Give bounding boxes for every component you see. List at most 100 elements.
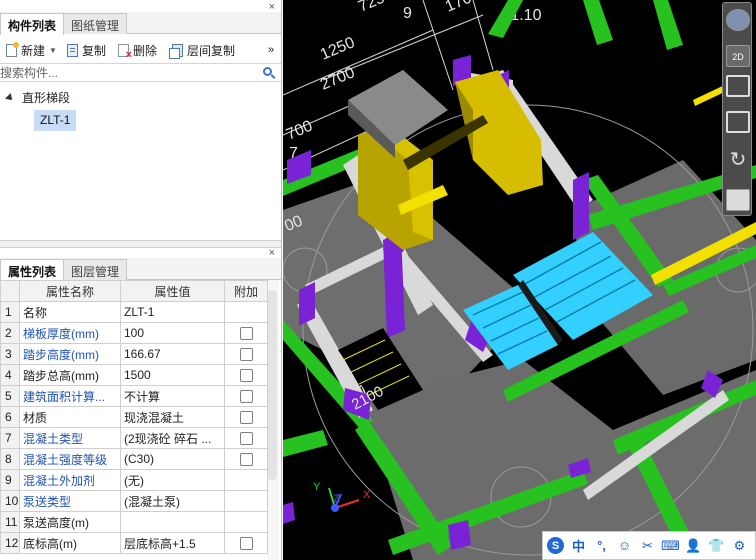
property-scrollbar-thumb[interactable] bbox=[268, 290, 277, 480]
search-icon[interactable] bbox=[263, 67, 272, 76]
ime-scissors-icon[interactable]: ✂ bbox=[639, 537, 656, 554]
ime-punctuation-icon[interactable]: °, bbox=[593, 537, 610, 554]
extra-checkbox[interactable] bbox=[239, 432, 253, 446]
property-row[interactable]: 8 混凝土强度等级 (C30) bbox=[0, 448, 268, 470]
property-row[interactable]: 5 建筑面积计算... 不计算 bbox=[0, 385, 268, 407]
property-name: 名称 bbox=[19, 301, 121, 323]
ime-keyboard-icon[interactable]: ⌨ bbox=[661, 537, 680, 554]
box-view-icon[interactable] bbox=[726, 111, 750, 133]
property-row[interactable]: 2 梯板厚度(mm) 100 bbox=[0, 322, 268, 344]
property-extra-cell bbox=[224, 364, 268, 386]
property-value[interactable]: 层底标高+1.5 bbox=[120, 532, 225, 554]
property-name: 混凝土类型 bbox=[19, 427, 121, 449]
ime-chinese-mode[interactable]: 中 bbox=[570, 537, 587, 554]
property-value[interactable]: 不计算 bbox=[120, 385, 225, 407]
property-name: 踏步总高(mm) bbox=[19, 364, 121, 386]
tab-property-list[interactable]: 属性列表 bbox=[0, 259, 65, 281]
column-header-index bbox=[0, 280, 20, 302]
property-extra-cell bbox=[224, 490, 268, 512]
property-name: 泵送高度(m) bbox=[19, 511, 121, 533]
view-2d-button[interactable]: 2D bbox=[726, 45, 750, 67]
tab-component-list[interactable]: 构件列表 bbox=[0, 13, 65, 35]
extra-checkbox[interactable] bbox=[239, 369, 253, 383]
extra-checkbox[interactable] bbox=[239, 327, 253, 341]
tab-drawing-management[interactable]: 图纸管理 bbox=[63, 13, 128, 34]
3d-scene[interactable]: 1250 2700 2100 700 700 7 9 -1.10 725 170 bbox=[283, 0, 756, 560]
ime-emoji-icon[interactable]: ☺ bbox=[616, 537, 633, 554]
dim-label: 700 bbox=[284, 118, 315, 144]
ime-toolbar: S 中 °, ☺ ✂ ⌨ 👤 👕 ⚙ bbox=[542, 531, 756, 560]
dim-label: 725 bbox=[356, 0, 387, 16]
row-index: 11 bbox=[0, 511, 20, 533]
property-row[interactable]: 10 泵送类型 (混凝土泵) bbox=[0, 490, 268, 512]
axis-y-label: Y bbox=[313, 481, 321, 493]
property-value[interactable]: 现浇混凝土 bbox=[120, 406, 225, 428]
row-index: 2 bbox=[0, 322, 20, 344]
row-index: 10 bbox=[0, 490, 20, 512]
extra-checkbox[interactable] bbox=[239, 453, 253, 467]
new-button[interactable]: 新建 ▼ bbox=[6, 41, 57, 58]
property-row[interactable]: 4 踏步总高(mm) 1500 bbox=[0, 364, 268, 386]
more-tools-icon[interactable]: » bbox=[268, 42, 274, 58]
property-row[interactable]: 6 材质 现浇混凝土 bbox=[0, 406, 268, 428]
property-row[interactable]: 11 泵送高度(m) bbox=[0, 511, 268, 533]
extra-checkbox[interactable] bbox=[239, 348, 253, 362]
column-header-extra: 附加 bbox=[224, 280, 268, 302]
tree-expand-icon[interactable] bbox=[5, 92, 15, 103]
property-value[interactable]: 100 bbox=[120, 322, 225, 344]
extra-checkbox[interactable] bbox=[239, 411, 253, 425]
property-row[interactable]: 7 混凝土类型 (2现浇砼 碎石 ... bbox=[0, 427, 268, 449]
property-value[interactable]: (C30) bbox=[120, 448, 225, 470]
property-extra-cell bbox=[224, 385, 268, 407]
property-value[interactable]: 1500 bbox=[120, 364, 225, 386]
row-index: 3 bbox=[0, 343, 20, 365]
extra-checkbox[interactable] bbox=[239, 390, 253, 404]
component-toolbar: 新建 ▼ 复制 删除 层间复制 » bbox=[0, 39, 281, 61]
property-row[interactable]: 3 踏步高度(mm) 166.67 bbox=[0, 343, 268, 365]
property-row[interactable]: 1 名称 ZLT-1 bbox=[0, 301, 268, 323]
search-input[interactable] bbox=[0, 65, 255, 81]
ime-logo-icon[interactable]: S bbox=[547, 537, 564, 554]
property-extra-cell bbox=[224, 427, 268, 449]
property-value[interactable]: (无) bbox=[120, 469, 225, 491]
delete-icon bbox=[118, 43, 132, 61]
copy-icon bbox=[67, 43, 78, 57]
panel-splitter[interactable] bbox=[0, 240, 281, 248]
property-name: 建筑面积计算... bbox=[19, 385, 121, 407]
dropdown-arrow-icon[interactable]: ▼ bbox=[49, 46, 57, 55]
globe-orbit-icon[interactable] bbox=[726, 9, 750, 31]
property-value[interactable]: 166.67 bbox=[120, 343, 225, 365]
ime-settings-icon[interactable]: ⚙ bbox=[731, 537, 748, 554]
dim-label: 2700 bbox=[318, 64, 358, 94]
copy-label: 复制 bbox=[82, 43, 107, 58]
row-index: 5 bbox=[0, 385, 20, 407]
layer-grid-icon[interactable] bbox=[726, 189, 750, 211]
property-value[interactable]: ZLT-1 bbox=[120, 301, 225, 323]
property-row[interactable]: 12 底标高(m) 层底标高+1.5 bbox=[0, 532, 268, 554]
property-extra-cell bbox=[224, 469, 268, 491]
property-row[interactable]: 9 混凝土外加剂 (无) bbox=[0, 469, 268, 491]
copy-button[interactable]: 复制 bbox=[67, 42, 106, 58]
property-value[interactable] bbox=[120, 511, 225, 533]
ime-skin-icon[interactable]: 👕 bbox=[708, 537, 725, 554]
tab-layer-management[interactable]: 图层管理 bbox=[63, 259, 128, 280]
floor-copy-button[interactable]: 层间复制 bbox=[169, 42, 235, 59]
3d-viewport[interactable]: 1250 2700 2100 700 700 7 9 -1.10 725 170 bbox=[283, 0, 756, 560]
row-index: 7 bbox=[0, 427, 20, 449]
new-icon bbox=[6, 41, 19, 57]
view-nav-bar: 2D ↻ bbox=[722, 2, 752, 216]
dim-label: 1250 bbox=[318, 34, 358, 64]
extra-checkbox[interactable] bbox=[239, 537, 253, 551]
tree-node-straight-stair[interactable]: 直形梯段 bbox=[5, 89, 70, 106]
cube-view-icon[interactable] bbox=[726, 75, 750, 97]
property-value[interactable]: (2现浇砼 碎石 ... bbox=[120, 427, 225, 449]
property-extra-cell bbox=[224, 448, 268, 470]
row-index: 6 bbox=[0, 406, 20, 428]
delete-button[interactable]: 删除 bbox=[118, 42, 157, 61]
property-value[interactable]: (混凝土泵) bbox=[120, 490, 225, 512]
rotate-view-icon[interactable]: ↻ bbox=[726, 149, 750, 171]
property-extra-cell bbox=[224, 532, 268, 554]
ime-user-icon[interactable]: 👤 bbox=[685, 537, 702, 554]
tree-item-zlt-1[interactable]: ZLT-1 bbox=[34, 110, 77, 131]
property-name: 混凝土强度等级 bbox=[19, 448, 121, 470]
